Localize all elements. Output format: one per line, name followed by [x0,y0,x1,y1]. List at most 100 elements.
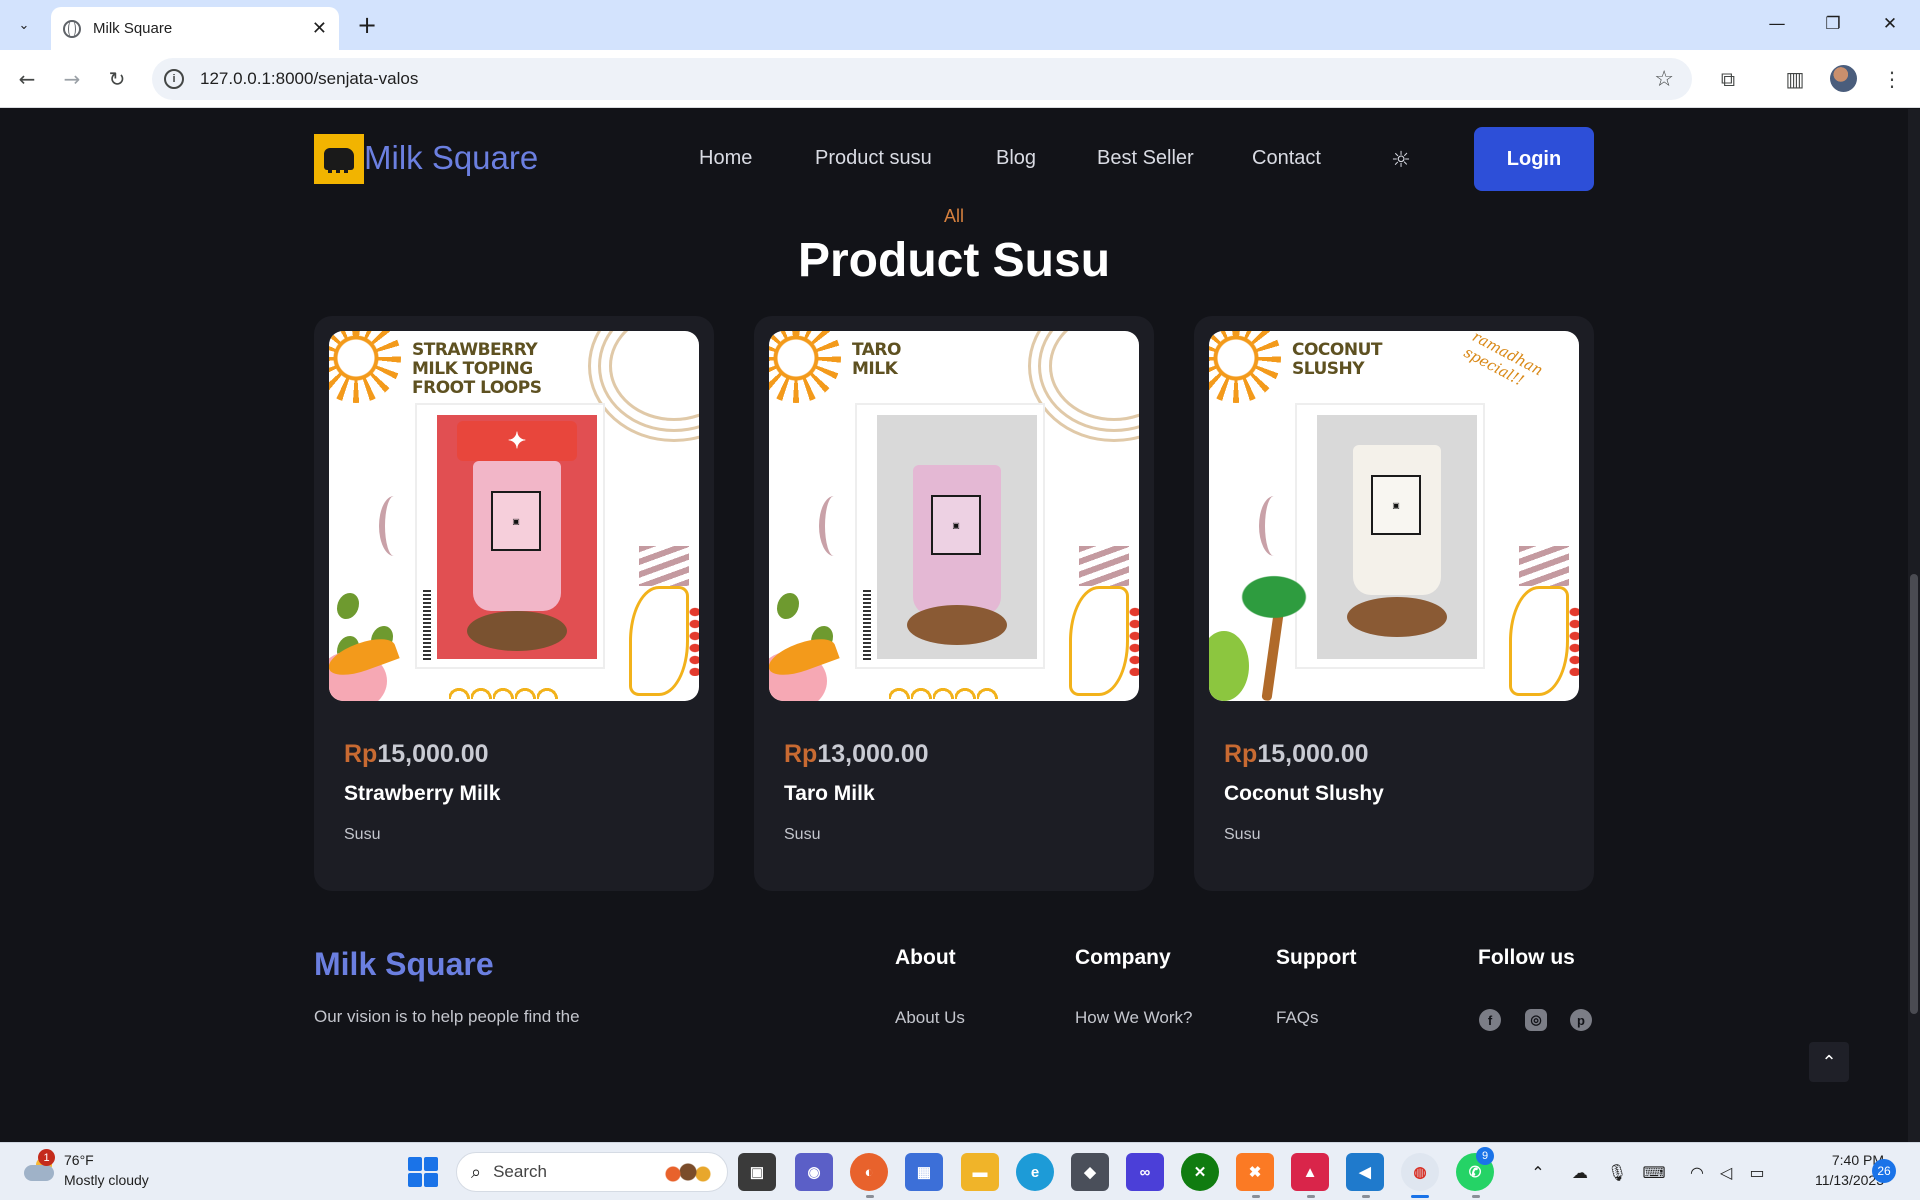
app-running-indicator [1307,1195,1315,1198]
nav-blog[interactable]: Blog [996,147,1036,170]
onedrive-cloud-icon[interactable]: ☁ [1568,1160,1592,1184]
chrome-icon[interactable]: ◍ [1401,1153,1439,1191]
footer-brand[interactable]: Milk Square [314,946,494,983]
weather-alert-badge: 1 [38,1149,55,1166]
file-explorer-icon[interactable]: ▬ [961,1153,999,1191]
product-price: Rp15,000.00 [1224,740,1369,769]
sun-decoration-icon [1209,331,1281,403]
footer-link-faqs[interactable]: FAQs [1276,1008,1319,1028]
close-tab-icon[interactable]: ✕ [312,18,327,39]
dots-decoration [687,606,699,676]
forward-button[interactable]: → [56,63,88,95]
unity-icon[interactable]: ◆ [1071,1153,1109,1191]
nav-product-susu[interactable]: Product susu [815,147,932,170]
microphone-icon[interactable]: 🎙 [1605,1160,1629,1184]
product-card[interactable]: COCONUT SLUSHY ramadhan special!! ▣ Rp15… [1194,316,1594,891]
microsoft-store-icon[interactable]: ▦ [905,1153,943,1191]
profile-avatar[interactable] [1830,65,1857,92]
back-button[interactable]: ← [11,63,43,95]
keyboard-icon[interactable]: ⌨ [1642,1160,1666,1184]
extensions-icon[interactable]: ⧉ [1713,64,1743,94]
brand-logo-icon[interactable] [314,134,364,184]
nav-home[interactable]: Home [699,147,752,170]
instagram-icon[interactable]: ◎ [1525,1009,1547,1031]
leaf-outline-decoration [629,586,689,696]
bookmark-star-icon[interactable]: ☆ [1654,67,1674,92]
price-amount: 15,000.00 [1257,740,1369,768]
section-title: Product Susu [797,234,1111,287]
product-image[interactable]: TARO MILK ▣ [769,331,1139,701]
product-card[interactable]: STRAWBERRY MILK TOPING FROOT LOOPS ✦ ▣ R… [314,316,714,891]
taskbar-search[interactable]: ⌕ Search [456,1152,728,1192]
product-name[interactable]: Taro Milk [784,782,875,806]
stripe-decoration [1259,496,1289,556]
reload-button[interactable]: ↻ [101,63,133,95]
milk-cup: ▣ [473,461,561,611]
theme-toggle-sun-icon[interactable]: ☼ [1388,147,1414,173]
facebook-icon[interactable]: f [1479,1009,1501,1031]
weather-temperature[interactable]: 76°F [64,1152,94,1168]
nav-best-seller[interactable]: Best Seller [1097,147,1194,170]
weather-description[interactable]: Mostly cloudy [64,1172,149,1188]
globe-icon [63,19,81,38]
site-header: Milk Square Home Product susu Blog Best … [0,109,1908,211]
footer-link-about-us[interactable]: About Us [895,1008,965,1028]
browser-tab[interactable]: Milk Square ✕ [51,7,339,50]
product-image[interactable]: STRAWBERRY MILK TOPING FROOT LOOPS ✦ ▣ [329,331,699,701]
product-card[interactable]: TARO MILK ▣ Rp13,000.00 Taro Milk Susu [754,316,1154,891]
battery-icon[interactable]: ▭ [1745,1160,1769,1184]
milk-cup: ▣ [1353,445,1441,595]
minimize-button[interactable]: — [1749,8,1805,40]
xampp-icon[interactable]: ✖ [1236,1153,1274,1191]
product-image[interactable]: COCONUT SLUSHY ramadhan special!! ▣ [1209,331,1579,701]
vscode-icon[interactable]: ◀ [1346,1153,1384,1191]
notification-count-badge[interactable]: 26 [1872,1159,1896,1183]
photo-frame: ✦ ▣ [415,403,605,669]
restore-button[interactable]: ❐ [1805,8,1861,40]
laravel-icon[interactable]: ▲ [1291,1153,1329,1191]
cup-logo-icon: ▣ [1371,475,1421,535]
browser-tab-strip: ⌄ Milk Square ✕ + — ❐ ✕ [0,0,1920,50]
product-name[interactable]: Strawberry Milk [344,782,500,806]
task-view-icon[interactable]: ▣ [738,1153,776,1191]
stripe-decoration [379,496,409,556]
login-button[interactable]: Login [1474,127,1594,191]
whatsapp-unread-badge: 9 [1476,1147,1494,1165]
pinterest-icon[interactable]: p [1570,1009,1592,1031]
visual-studio-icon[interactable]: ∞ [1126,1153,1164,1191]
new-tab-button[interactable]: + [352,10,382,40]
show-hidden-icons-chevron-icon[interactable]: ⌃ [1526,1160,1550,1184]
app-running-indicator [1252,1195,1260,1198]
url-text[interactable]: 127.0.0.1:8000/senjata-valos [200,69,1654,89]
windows-start-button[interactable] [408,1157,438,1187]
tab-search-chevron-icon[interactable]: ⌄ [8,10,40,40]
edge-icon[interactable]: e [1016,1153,1054,1191]
taskbar-clock-date[interactable]: 11/13/2023 [1784,1172,1884,1188]
url-omnibox[interactable]: i 127.0.0.1:8000/senjata-valos ☆ [152,58,1692,100]
photo-frame: ▣ [855,403,1045,669]
xbox-icon[interactable]: ✕ [1181,1153,1219,1191]
wifi-icon[interactable]: ◠ [1685,1160,1709,1184]
browser-menu-icon[interactable]: ⋮ [1877,64,1907,94]
search-placeholder: Search [493,1162,547,1181]
brand-name[interactable]: Milk Square [364,139,538,177]
scrollbar-thumb[interactable] [1910,574,1918,1014]
price-amount: 15,000.00 [377,740,489,768]
nav-contact[interactable]: Contact [1252,147,1321,170]
close-window-button[interactable]: ✕ [1862,8,1918,40]
product-name[interactable]: Coconut Slushy [1224,782,1384,806]
teams-chat-icon[interactable]: ◉ [795,1153,833,1191]
leaf-outline-decoration [1069,586,1129,696]
scroll-to-top-button[interactable]: ⌃ [1809,1042,1849,1082]
footer-link-how-we-work[interactable]: How We Work? [1075,1008,1192,1028]
dots-decoration [1127,606,1139,676]
firefox-icon[interactable]: ◐ [850,1153,888,1191]
currency-label: Rp [1224,740,1258,768]
stripe-decoration [1079,546,1129,586]
page-scrollbar[interactable] [1908,109,1920,1142]
app-running-indicator [1472,1195,1480,1198]
side-panel-icon[interactable]: ▥ [1780,64,1810,94]
volume-icon[interactable]: ◁ [1714,1160,1738,1184]
site-info-icon[interactable]: i [164,69,184,89]
carrot-decoration [769,651,827,701]
